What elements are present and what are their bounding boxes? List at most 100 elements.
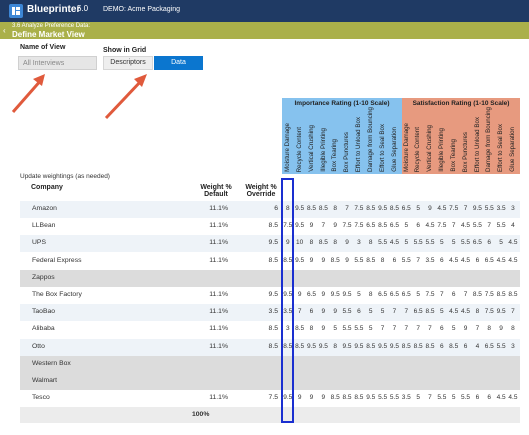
imp-rating-cell: 5	[368, 325, 373, 333]
override-weight-input[interactable]: 9.5	[238, 239, 278, 246]
imp-rating-cell: 8	[368, 239, 373, 247]
importance-attribute-header: Illegible Printing	[319, 120, 329, 172]
override-weight-input[interactable]: 8.5	[238, 257, 278, 264]
default-weight-cell: 11.1%	[209, 308, 228, 316]
company-name: Zappos	[32, 273, 55, 281]
total-default-weight: 100%	[192, 411, 210, 418]
sat-rating-cell: 6	[475, 394, 480, 402]
override-weight-input[interactable]: 8.5	[238, 325, 278, 332]
override-weight-input[interactable]: 3.5	[238, 308, 278, 315]
company-name: Otto	[32, 342, 45, 350]
imp-rating-cell: 7.5	[354, 222, 364, 230]
importance-attribute-header: Box Tearing	[330, 120, 340, 172]
imp-rating-cell: 9.5	[378, 342, 388, 350]
sat-rating-cell: 7	[428, 325, 432, 333]
sat-rating-cell: 5	[451, 325, 456, 333]
imp-rating-cell: 8	[309, 239, 314, 247]
imp-rating-cell: 8.5	[354, 394, 364, 402]
sat-rating-cell: 6.5	[472, 239, 482, 247]
sat-rating-cell: 7	[428, 394, 432, 402]
imp-rating-cell: 9.5	[295, 205, 305, 212]
sat-rating-cell: 7.5	[425, 291, 435, 298]
sat-rating-cell: 7	[451, 222, 456, 230]
sat-rating-cell: 3.5	[496, 205, 506, 212]
imp-rating-cell: 8.5	[366, 205, 376, 212]
sat-rating-cell: 5	[451, 394, 456, 402]
imp-rating-cell: 10	[296, 239, 304, 247]
override-weight-input[interactable]: 8.5	[238, 343, 278, 350]
sat-rating-cell: 6.5	[401, 205, 411, 212]
sat-rating-cell: 9	[463, 325, 468, 333]
imp-rating-cell: 9.5	[389, 342, 399, 350]
imp-rating-cell: 6	[357, 308, 361, 316]
sat-rating-cell: 5	[440, 308, 444, 316]
table-row[interactable]: Walmart	[20, 373, 520, 390]
sat-rating-cell: 5.5	[461, 394, 471, 402]
attribute-label: Box Tearing	[331, 139, 339, 172]
imp-rating-cell: 7	[321, 222, 326, 230]
imp-rating-cell: 9.5	[342, 291, 352, 298]
imp-rating-cell: 8.5	[330, 256, 340, 264]
imp-rating-cell: 9	[345, 256, 349, 264]
imp-rating-cell: 6.5	[366, 222, 376, 230]
imp-rating-cell: 5.5	[342, 325, 352, 333]
company-column-header: Company	[31, 184, 63, 191]
table-row[interactable]: Tesco 11.1% 7.5 9.5 9 9 9 8.5 8.5 8.5 9.5 5.5 5.5 3.5…	[20, 390, 520, 408]
total-row: 100%	[20, 407, 520, 423]
attribute-label: Recycle Content	[295, 126, 303, 172]
sat-rating-cell: 7.5	[484, 308, 494, 316]
imp-rating-cell: 8.5	[366, 342, 376, 350]
imp-rating-cell: 9	[321, 394, 326, 402]
imp-rating-cell: 5.5	[342, 308, 352, 316]
sat-rating-cell: 9	[499, 325, 503, 333]
default-weight-cell: 11.1%	[209, 239, 228, 247]
sat-rating-cell: 4.5	[508, 239, 518, 247]
sat-rating-cell: 8.5	[413, 342, 423, 350]
sat-rating-cell: 6	[440, 256, 444, 264]
sat-rating-cell: 7.5	[437, 222, 447, 230]
default-weight-cell: 11.1%	[209, 205, 228, 212]
attribute-label: Damage from Bouncing	[485, 106, 493, 172]
sat-rating-cell: 5.5	[484, 205, 494, 212]
sat-rating-cell: 4.5	[508, 394, 518, 402]
imp-rating-cell: 7.5	[354, 205, 364, 212]
weighting-note: Update weightings (as needed)	[20, 173, 110, 180]
table-row[interactable]: Amazon 11.1% 6 8 9.5 8.5 8.5 8 7 7.5 8.5 9.5 8.5 6.5 5…	[20, 201, 520, 218]
table-row[interactable]: Otto 11.1% 8.5 8.5 8.5 9.5 9.5 8 9.5 9.5 8.5 9.5 9.5…	[20, 338, 520, 356]
table-row[interactable]: The Box Factory 11.1% 9.5 9.5 9 6.5 9 9.5 9.5 5 8 6…	[20, 287, 520, 304]
override-weight-input[interactable]: 7.5	[238, 394, 278, 401]
sat-rating-cell: 7	[416, 256, 420, 264]
default-weight-cell: 11.1%	[209, 291, 228, 298]
table-row[interactable]: Western Box	[20, 355, 520, 373]
sat-rating-cell: 4.5	[461, 256, 471, 264]
sat-rating-cell: 8.5	[401, 342, 411, 350]
override-weight-input[interactable]: 8.5	[238, 222, 278, 229]
imp-rating-cell: 5.5	[378, 239, 388, 247]
sat-rating-cell: 6.5	[484, 342, 494, 350]
sat-rating-cell: 5	[499, 239, 503, 247]
imp-rating-cell: 6.5	[389, 222, 399, 230]
sat-rating-cell: 7	[487, 222, 492, 230]
table-row[interactable]: UPS 11.1% 9.5 9 10 8 8.5 8 9 3 8 5.5 4.5 5 5.5 5.5 5 5 5.5…	[20, 235, 520, 253]
company-name: The Box Factory	[32, 291, 82, 298]
sat-rating-cell: 7	[404, 325, 409, 333]
company-name: UPS	[32, 239, 46, 247]
imp-rating-cell: 8	[368, 291, 373, 298]
sat-rating-cell: 5	[416, 394, 420, 402]
table-row[interactable]: Zappos	[20, 269, 520, 287]
imp-rating-cell: 9.5	[342, 342, 352, 350]
table-row[interactable]: LLBean 11.1% 8.5 7.5 9.5 9 7 9 7.5 7.5 6.5 8.5 6.5 5 6…	[20, 218, 520, 236]
table-row[interactable]: Federal Express 11.1% 8.5 8.5 9.5 9 9 8.5 9 5.5 8.…	[20, 252, 520, 270]
table-row[interactable]: Alibaba 11.1% 8.5 3 8.5 8 9 5 5.5 5.5 5 7 7 7 7 7 6 5 9 7 8 9…	[20, 321, 520, 339]
table-row[interactable]: TaoBao 11.1% 3.5 3.5 7 6 9 9 5.5 6 5 5 7 7 6.5 8.5 5 4.5 4…	[20, 304, 520, 322]
imp-rating-cell: 8.5	[318, 205, 328, 212]
override-weight-input[interactable]: 6	[238, 205, 278, 212]
sat-rating-cell: 8.5	[425, 342, 435, 350]
satisfaction-attribute-header: Damage from Bouncing	[484, 107, 494, 172]
sat-rating-cell: 5	[416, 205, 420, 212]
sat-rating-cell: 4.5	[508, 256, 518, 264]
sat-rating-cell: 7.5	[449, 205, 459, 212]
sat-rating-cell: 8.5	[449, 342, 459, 350]
override-weight-input[interactable]: 9.5	[238, 291, 278, 298]
imp-rating-cell: 5.5	[389, 394, 399, 402]
